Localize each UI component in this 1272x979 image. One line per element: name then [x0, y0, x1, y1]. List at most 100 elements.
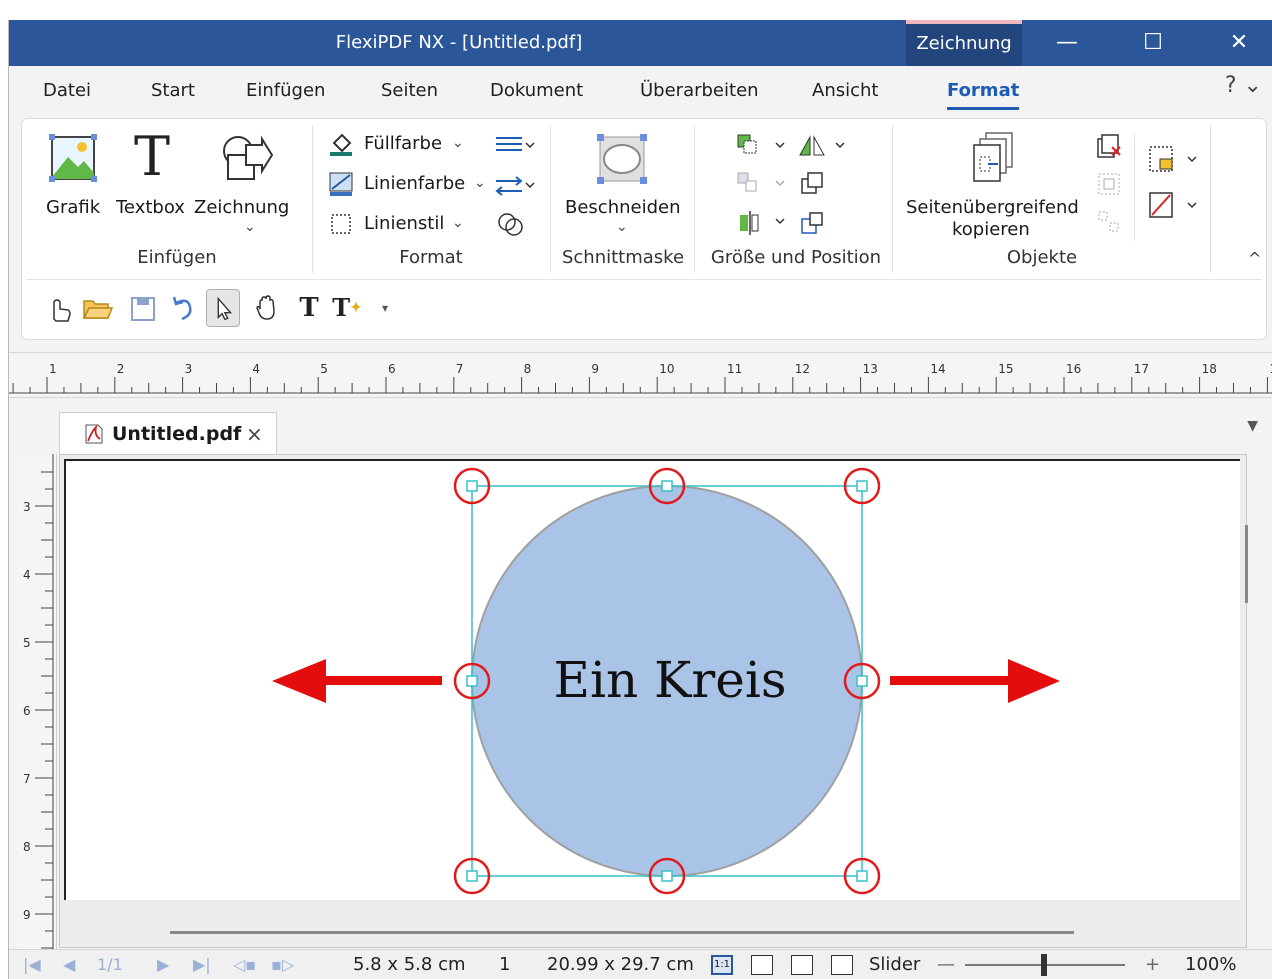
group-objects-icon[interactable] [1096, 171, 1122, 197]
ungroup-objects-icon[interactable] [1096, 209, 1122, 235]
continuous-view-icon[interactable] [831, 955, 853, 975]
vruler-label: 4 [23, 568, 31, 582]
position-icon[interactable] [798, 209, 828, 237]
tab-dokument[interactable]: Dokument [490, 66, 583, 116]
line-style-button[interactable]: Linienstil [364, 213, 444, 234]
blend-icon[interactable] [496, 211, 526, 237]
vertical-scrollbar[interactable] [1245, 525, 1248, 603]
open-folder-icon[interactable] [80, 289, 114, 327]
ruler-label: 7 [456, 362, 464, 376]
copy-across-pages-label-1[interactable]: Seitenübergreifend [906, 197, 1079, 218]
ruler-label: 1 [49, 362, 57, 376]
save-icon[interactable] [126, 289, 160, 327]
fill-color-caret[interactable]: ⌄ [452, 135, 464, 151]
pdf-file-icon [85, 424, 103, 444]
fit-width-icon[interactable] [751, 955, 773, 975]
prev-page-icon[interactable]: ◀ [63, 950, 75, 979]
group-separator [694, 125, 695, 273]
customize-qat-icon[interactable]: ▾ [368, 289, 402, 327]
qat-separator [26, 279, 1262, 280]
fit-page-icon[interactable] [791, 955, 813, 975]
resize-handle-top-left[interactable] [466, 480, 478, 492]
resize-handle-top-center[interactable] [661, 480, 673, 492]
resize-handle-bottom-left[interactable] [466, 870, 478, 882]
select-arrow-icon[interactable] [206, 289, 240, 327]
flip-rotate-icon[interactable] [796, 133, 852, 159]
resize-handle-bottom-center[interactable] [661, 870, 673, 882]
zeichnung-dropdown-caret[interactable]: ⌄ [244, 219, 256, 235]
line-style-caret[interactable]: ⌄ [452, 215, 464, 231]
line-color-button[interactable]: Linienfarbe [364, 173, 465, 194]
text-tool-icon[interactable]: T [292, 289, 326, 327]
resize-handle-top-right[interactable] [856, 480, 868, 492]
distribute-icon[interactable] [736, 209, 792, 237]
document-tab[interactable]: Untitled.pdf × [59, 412, 277, 454]
copy-across-pages-label-2[interactable]: kopieren [952, 219, 1030, 240]
zeichnung-button[interactable]: Zeichnung [194, 197, 289, 218]
page-size: 20.99 x 29.7 cm [547, 954, 694, 975]
close-button[interactable]: ✕ [1209, 20, 1269, 66]
collapse-ribbon-button[interactable]: ^ [1248, 249, 1261, 268]
tab-format[interactable]: Format [947, 66, 1020, 116]
context-tab-zeichnung[interactable]: Zeichnung [906, 20, 1022, 66]
beschneiden-button[interactable]: Beschneiden [565, 197, 681, 218]
edit-object-icon[interactable] [1148, 191, 1200, 221]
actual-size-icon[interactable]: 1:1 [711, 955, 733, 975]
resize-icon[interactable] [798, 169, 828, 197]
next-page-icon[interactable]: ▶ [157, 950, 169, 979]
tab-seiten[interactable]: Seiten [381, 66, 438, 116]
zoom-in-button[interactable]: + [1145, 950, 1160, 979]
tab-start[interactable]: Start [151, 66, 195, 116]
delete-object-icon[interactable] [1096, 133, 1122, 159]
ruler-label: 11 [727, 362, 742, 376]
close-tab-icon[interactable]: × [246, 413, 263, 455]
grafik-button[interactable]: Grafik [46, 197, 100, 218]
arrange-icon[interactable] [736, 133, 792, 159]
tab-ansicht[interactable]: Ansicht [812, 66, 878, 116]
first-page-icon[interactable]: |◀ [23, 950, 41, 979]
help-button[interactable]: ? ⌄ [1225, 66, 1262, 116]
lock-object-icon[interactable] [1148, 145, 1200, 175]
document-canvas[interactable]: Ein Kreis [59, 454, 1247, 948]
maximize-button[interactable]: ☐ [1123, 20, 1183, 66]
minimize-button[interactable]: — [1037, 20, 1097, 66]
tab-datei[interactable]: Datei [43, 66, 91, 116]
vruler-label: 8 [23, 840, 31, 854]
add-text-icon[interactable]: T✦ [330, 289, 364, 327]
undo-icon[interactable] [166, 289, 200, 327]
page-indicator[interactable]: 1/1 [97, 950, 123, 979]
line-color-caret[interactable]: ⌄ [474, 175, 486, 191]
quick-access-toolbar: T T✦ ▾ [42, 289, 442, 329]
ruler-ticks: 12345678910111213141516171819 [9, 362, 1272, 394]
resize-handle-middle-right[interactable] [856, 675, 868, 687]
line-color-icon [329, 172, 353, 196]
line-weight-icon[interactable] [494, 135, 536, 155]
shape-text[interactable]: Ein Kreis [553, 651, 786, 709]
resize-handle-middle-left[interactable] [466, 675, 478, 687]
application-window: FlexiPDF NX - [Untitled.pdf] Zeichnung —… [8, 20, 1272, 979]
tab-einfuegen[interactable]: Einfügen [246, 66, 325, 116]
pdf-page[interactable]: Ein Kreis [64, 459, 1240, 900]
hand-tool-icon[interactable] [250, 289, 284, 327]
back-view-icon[interactable]: ◁▪ [233, 950, 256, 979]
ruler-label: 3 [185, 362, 193, 376]
align-icon[interactable] [736, 171, 792, 197]
tab-ueberarbeiten[interactable]: Überarbeiten [640, 66, 759, 116]
fill-color-button[interactable]: Füllfarbe [364, 133, 442, 154]
zoom-slider-thumb[interactable] [1041, 954, 1047, 976]
last-page-icon[interactable]: ▶| [193, 950, 211, 979]
forward-view-icon[interactable]: ▪▷ [271, 950, 294, 979]
tab-list-dropdown-icon[interactable]: ▼ [1247, 418, 1258, 434]
ruler-label: 12 [795, 362, 810, 376]
group-separator [312, 125, 313, 273]
resize-handle-bottom-right[interactable] [856, 870, 868, 882]
vruler-label: 7 [23, 772, 31, 786]
beschneiden-caret[interactable]: ⌄ [616, 219, 628, 235]
zoom-out-button[interactable]: — [937, 950, 955, 979]
horizontal-scrollbar[interactable] [170, 931, 1074, 934]
touch-mode-icon[interactable] [42, 289, 76, 327]
line-ends-icon[interactable] [494, 173, 536, 199]
textbox-button[interactable]: Textbox [116, 197, 185, 218]
slider-label: Slider [869, 954, 921, 975]
group-label-format: Format [399, 247, 463, 268]
